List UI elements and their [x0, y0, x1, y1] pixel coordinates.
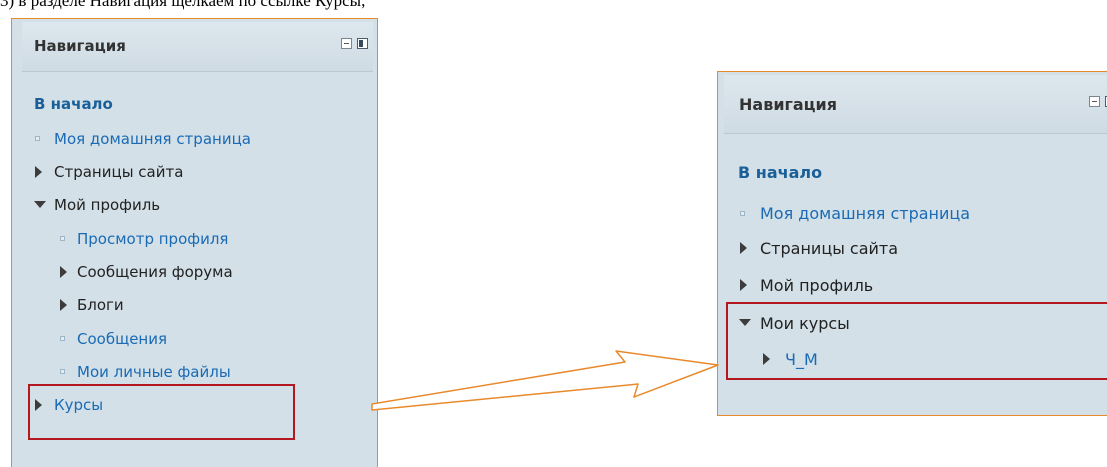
- transition-arrow-icon: [371, 350, 719, 411]
